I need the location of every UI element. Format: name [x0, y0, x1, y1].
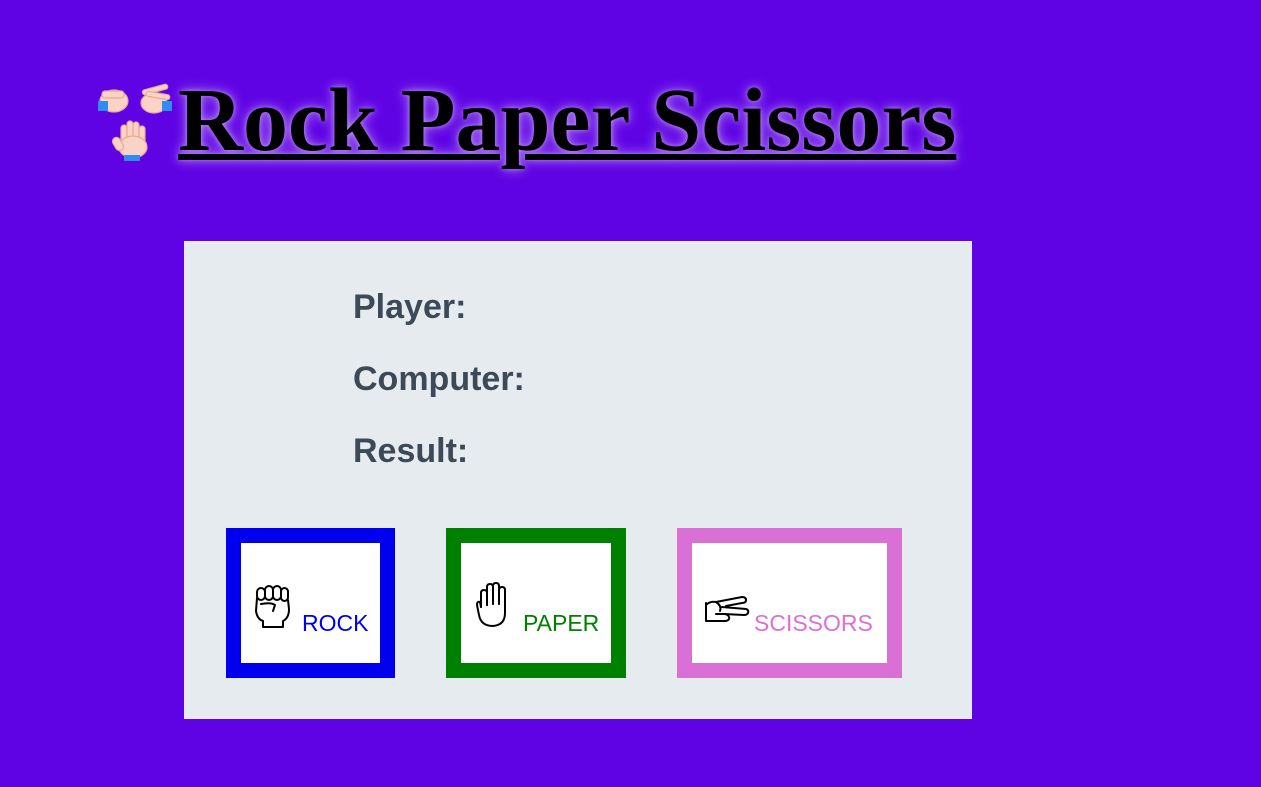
page-header: Rock Paper Scissors	[96, 66, 956, 176]
scissors-button[interactable]: SCISSORS	[677, 528, 902, 678]
player-label: Player:	[353, 288, 467, 326]
rock-label: ROCK	[302, 610, 369, 636]
page-title: Rock Paper Scissors	[178, 71, 957, 170]
computer-line: Computer:	[353, 360, 535, 399]
result-line: Result:	[353, 432, 478, 471]
result-label: Result:	[353, 432, 469, 470]
paper-button[interactable]: PAPER	[446, 528, 626, 678]
paper-label: PAPER	[523, 610, 600, 636]
rock-paper-scissors-hands-icon	[96, 81, 176, 161]
fist-icon	[251, 581, 295, 631]
player-line: Player:	[353, 288, 476, 327]
game-panel: Player: Computer: Result: ROCK PAPER SCI…	[184, 241, 972, 719]
scissors-label: SCISSORS	[754, 610, 873, 636]
open-hand-icon	[471, 581, 515, 631]
rock-button[interactable]: ROCK	[226, 528, 395, 678]
victory-hand-icon	[702, 581, 750, 631]
computer-label: Computer:	[353, 360, 525, 398]
